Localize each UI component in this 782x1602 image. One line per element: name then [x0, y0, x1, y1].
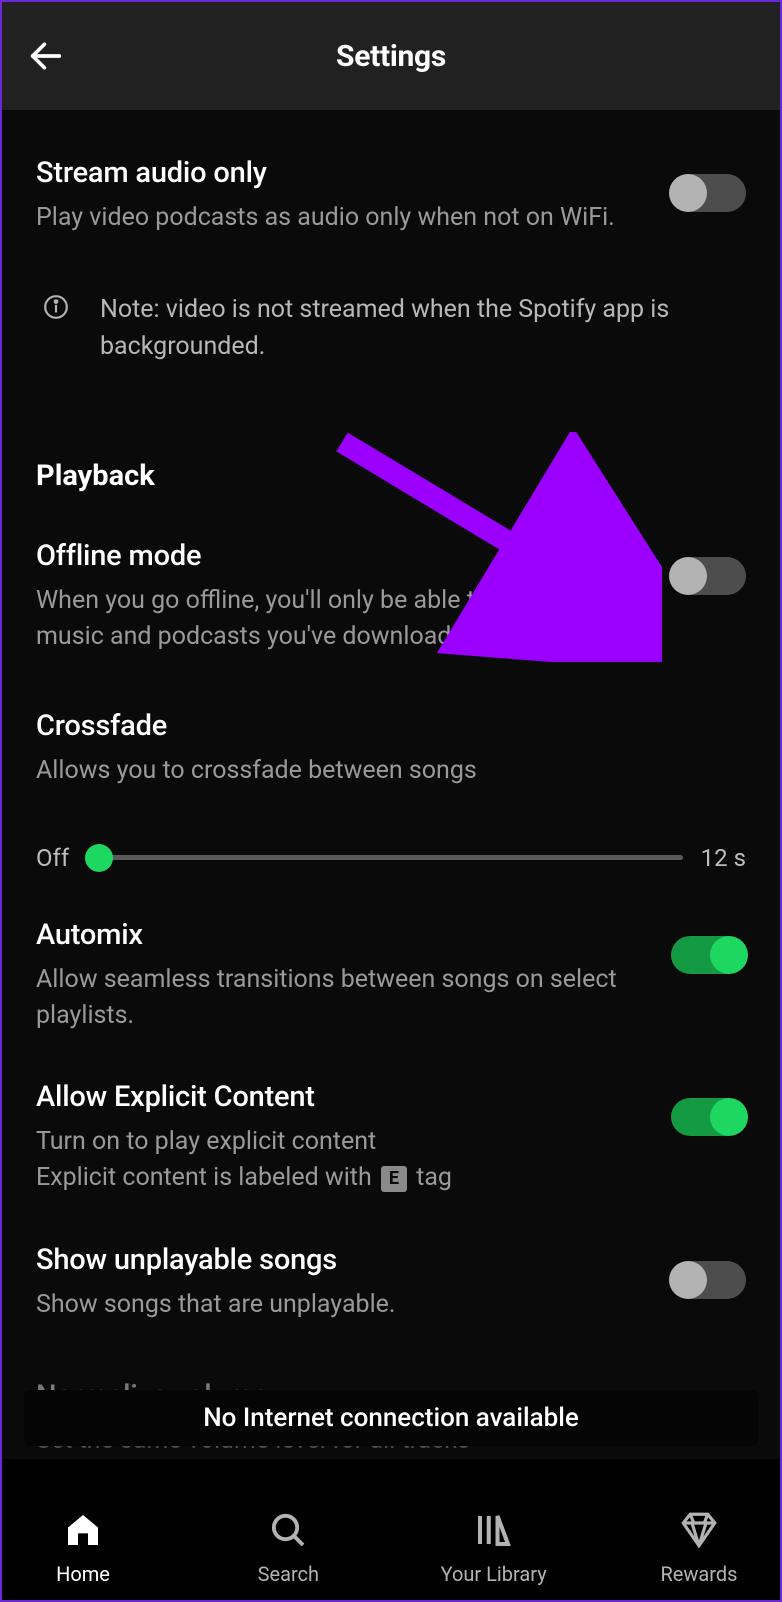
bottom-nav: Home Search Your Library Rewards: [2, 1468, 780, 1600]
library-icon: [472, 1508, 516, 1552]
setting-title: Offline mode: [36, 539, 647, 573]
header: Settings: [2, 2, 780, 110]
stream-audio-toggle[interactable]: [671, 174, 746, 212]
note-text: Note: video is not streamed when the Spo…: [100, 292, 746, 365]
setting-automix[interactable]: Automix Allow seamless transitions betwe…: [36, 872, 746, 1035]
offline-mode-toggle[interactable]: [671, 557, 746, 595]
setting-crossfade: Crossfade Allows you to crossfade betwee…: [36, 655, 746, 789]
back-button[interactable]: [22, 32, 70, 80]
nav-label: Your Library: [441, 1562, 547, 1586]
setting-explicit-content[interactable]: Allow Explicit Content Turn on to play e…: [36, 1034, 746, 1197]
nav-label: Search: [258, 1562, 319, 1586]
automix-toggle[interactable]: [671, 936, 746, 974]
setting-unplayable-songs[interactable]: Show unplayable songs Show songs that ar…: [36, 1197, 746, 1323]
crossfade-slider-thumb[interactable]: [85, 844, 113, 872]
diamond-icon: [677, 1508, 721, 1552]
explicit-tag-icon: E: [381, 1166, 407, 1192]
setting-desc: When you go offline, you'll only be able…: [36, 583, 647, 656]
setting-title: Automix: [36, 918, 647, 952]
setting-title: Allow Explicit Content: [36, 1080, 647, 1114]
nav-label: Home: [56, 1562, 110, 1586]
nav-your-library[interactable]: Your Library: [439, 1508, 549, 1586]
nav-home[interactable]: Home: [28, 1508, 138, 1586]
explicit-toggle[interactable]: [671, 1098, 746, 1136]
nav-search[interactable]: Search: [233, 1508, 343, 1586]
setting-stream-audio-only[interactable]: Stream audio only Play video podcasts as…: [36, 110, 746, 236]
crossfade-slider-row: Off 12 s: [36, 790, 746, 872]
offline-toast: No Internet connection available: [24, 1390, 758, 1446]
home-icon: [61, 1508, 105, 1552]
setting-title: Show unplayable songs: [36, 1243, 647, 1277]
video-note: Note: video is not streamed when the Spo…: [36, 236, 746, 375]
toast-text: No Internet connection available: [203, 1403, 579, 1433]
setting-desc: Allows you to crossfade between songs: [36, 753, 746, 789]
setting-desc-line1: Turn on to play explicit content: [36, 1124, 647, 1160]
setting-desc: Allow seamless transitions between songs…: [36, 962, 647, 1035]
search-icon: [266, 1508, 310, 1552]
crossfade-min-label: Off: [36, 844, 69, 872]
crossfade-max-label: 12 s: [701, 844, 746, 872]
crossfade-slider[interactable]: [87, 855, 682, 860]
setting-title: Stream audio only: [36, 156, 647, 190]
nav-rewards[interactable]: Rewards: [644, 1508, 754, 1586]
arrow-left-icon: [26, 36, 66, 76]
setting-title: Crossfade: [36, 709, 746, 743]
setting-desc: Play video podcasts as audio only when n…: [36, 200, 647, 236]
explicit-desc-suffix: tag: [410, 1163, 452, 1192]
settings-content: Stream audio only Play video podcasts as…: [2, 110, 780, 1459]
setting-offline-mode[interactable]: Offline mode When you go offline, you'll…: [36, 493, 746, 656]
unplayable-toggle[interactable]: [671, 1261, 746, 1299]
nav-label: Rewards: [660, 1562, 737, 1586]
page-title: Settings: [2, 39, 780, 74]
info-icon: [43, 294, 69, 320]
playback-section-header: Playback: [36, 375, 746, 493]
setting-desc-line2: Explicit content is labeled with E tag: [36, 1160, 647, 1196]
setting-desc: Show songs that are unplayable.: [36, 1287, 647, 1323]
explicit-desc-prefix: Explicit content is labeled with: [36, 1163, 378, 1192]
